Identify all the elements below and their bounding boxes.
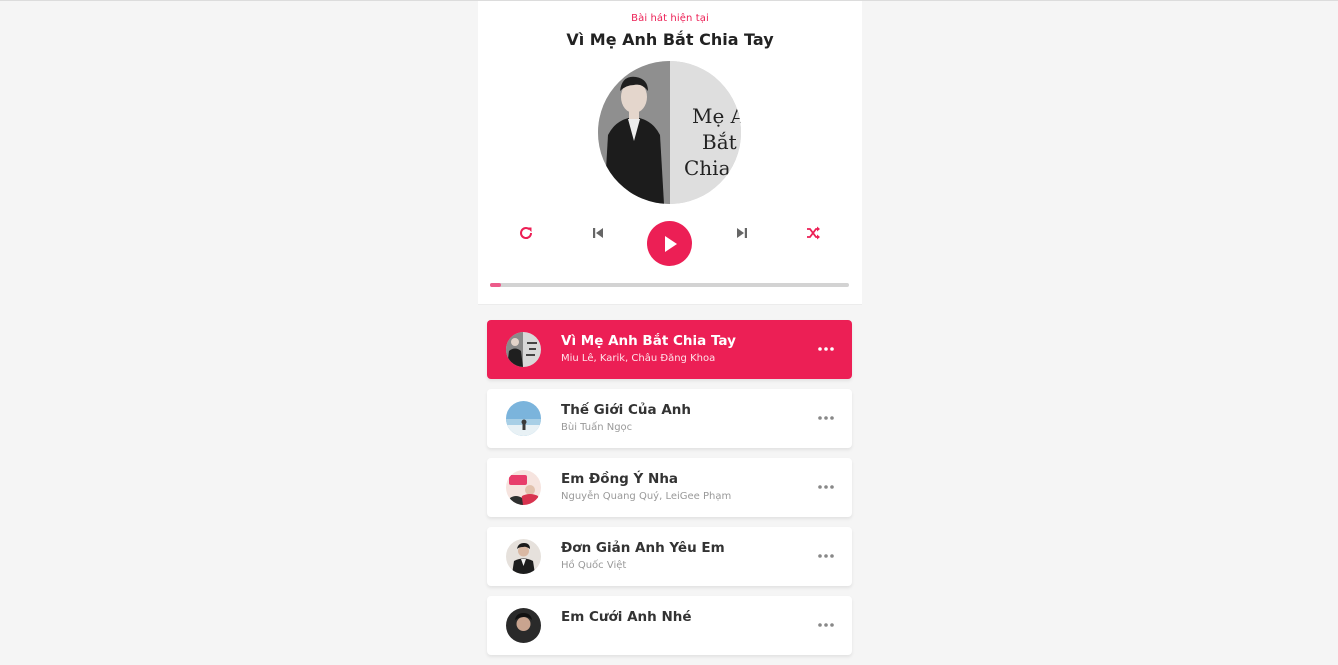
song-item[interactable]: Vì Mẹ Anh Bắt Chia Tay Miu Lê, Karik, Ch… (487, 320, 852, 379)
play-icon (664, 235, 677, 252)
song-item[interactable]: Đơn Giản Anh Yêu Em Hồ Quốc Việt (487, 527, 852, 586)
song-singer: Miu Lê, Karik, Châu Đăng Khoa (561, 353, 716, 364)
song-option-button[interactable] (818, 546, 834, 566)
song-title: Vì Mẹ Anh Bắt Chia Tay (561, 333, 736, 349)
random-button[interactable] (801, 221, 825, 245)
prev-button[interactable] (586, 221, 610, 245)
song-singer: Nguyễn Quang Quý, LeiGee Phạm (561, 491, 732, 502)
song-singer: Hồ Quốc Việt (561, 560, 627, 571)
song-thumb (506, 332, 541, 367)
more-horizontal-icon (818, 554, 834, 558)
more-horizontal-icon (818, 485, 834, 489)
song-title: Đơn Giản Anh Yêu Em (561, 540, 725, 556)
song-option-button[interactable] (818, 339, 834, 359)
play-button[interactable] (647, 221, 692, 266)
next-button[interactable] (730, 221, 754, 245)
song-title: Em Đồng Ý Nha (561, 471, 679, 487)
song-thumb (506, 539, 541, 574)
now-playing-label: Bài hát hiện tại (631, 13, 709, 24)
cd-art-line-2: Bắt (702, 130, 737, 154)
playlist: Vì Mẹ Anh Bắt Chia Tay Miu Lê, Karik, Ch… (487, 320, 852, 665)
skip-next-icon (737, 228, 747, 238)
more-horizontal-icon (818, 347, 834, 351)
song-thumb (506, 608, 541, 643)
song-thumb (506, 401, 541, 436)
song-option-button[interactable] (818, 408, 834, 428)
cd-thumbnail: Mẹ A Bắt Chia (598, 61, 741, 204)
shuffle-icon (807, 226, 820, 240)
song-thumb (506, 470, 541, 505)
cd-art-line-1: Mẹ A (692, 104, 741, 128)
song-title: Thế Giới Của Anh (561, 402, 691, 418)
repeat-button[interactable] (514, 221, 538, 245)
song-item[interactable]: Thế Giới Của Anh Bùi Tuấn Ngọc (487, 389, 852, 448)
song-option-button[interactable] (818, 477, 834, 497)
song-option-button[interactable] (818, 615, 834, 635)
repeat-icon (520, 227, 533, 239)
cd-art-line-3: Chia (684, 156, 731, 180)
progress-bar[interactable] (490, 283, 849, 287)
current-song-title: Vì Mẹ Anh Bắt Chia Tay (566, 30, 774, 49)
song-item[interactable]: Em Đồng Ý Nha Nguyễn Quang Quý, LeiGee P… (487, 458, 852, 517)
skip-previous-icon (593, 228, 603, 238)
progress-fill (490, 283, 501, 287)
more-horizontal-icon (818, 623, 834, 627)
song-singer: Bùi Tuấn Ngọc (561, 422, 633, 433)
more-horizontal-icon (818, 416, 834, 420)
player-dashboard: Bài hát hiện tại Vì Mẹ Anh Bắt Chia Tay … (478, 1, 862, 305)
song-item[interactable]: Em Cưới Anh Nhé (487, 596, 852, 655)
song-title: Em Cưới Anh Nhé (561, 609, 692, 625)
